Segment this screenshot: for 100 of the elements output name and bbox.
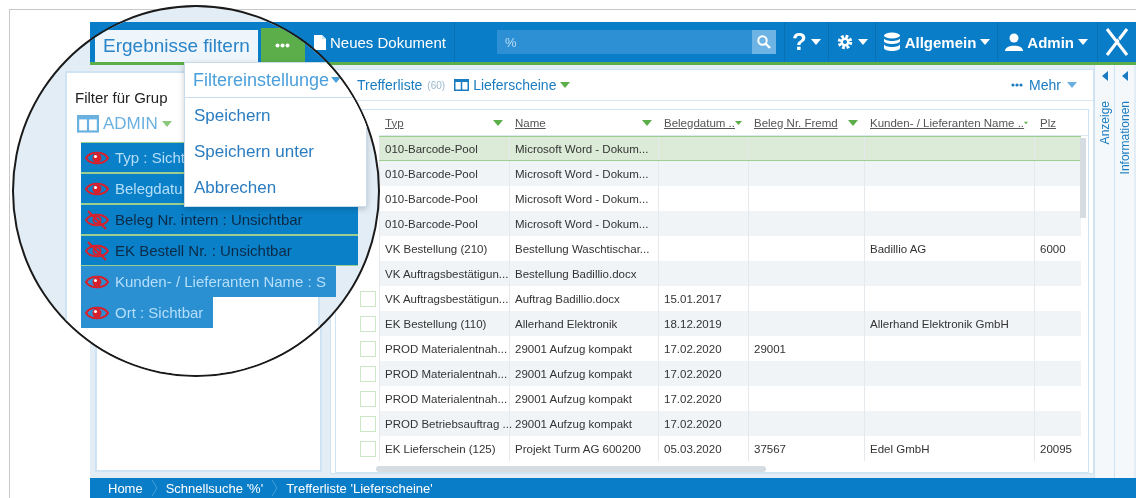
filter-label: Typ : Sicht	[115, 149, 186, 166]
eye-icon[interactable]	[85, 149, 109, 166]
column-header[interactable]: Kunden- / Lieferanten Name ..	[864, 110, 1034, 135]
more-button[interactable]: Mehr	[1005, 76, 1083, 94]
caret-icon	[1078, 39, 1088, 45]
row-checkbox[interactable]	[360, 390, 376, 407]
eye-icon[interactable]	[85, 304, 109, 321]
chevron-icon	[150, 479, 158, 497]
filter-item[interactable]: Kunden- / Lieferanten Name : S	[81, 266, 336, 297]
table-cell: VK Auftragsbestätigun...	[385, 267, 509, 280]
table-row[interactable]: PROD Materialentnah... 29001 Aufzug kompakt 17.02.2020	[379, 361, 1081, 386]
filter-caret-icon	[848, 119, 858, 126]
table-cell: 20095	[1040, 442, 1072, 455]
help-menu[interactable]: ?	[791, 28, 807, 56]
logo-icon	[1105, 27, 1129, 57]
table-cell: EK Lieferschein (125)	[385, 442, 496, 455]
menu-title: Filtereinstellunge	[193, 69, 330, 91]
table-cell: Allerhand Elektronik GmbH	[870, 317, 1009, 330]
table-cell: 37567	[754, 442, 786, 455]
filter-caret-icon	[493, 119, 503, 126]
table-row[interactable]: 010-Barcode-Pool Microsoft Word - Dokum...	[379, 211, 1081, 236]
table-cell: Auftrag Badillio.docx	[515, 292, 620, 305]
table-cell: 29001 Aufzug kompakt	[515, 367, 632, 380]
row-checkbox[interactable]	[360, 440, 376, 457]
table-cell: 17.02.2020	[664, 417, 722, 430]
menu-item[interactable]: Speichern unter	[185, 134, 366, 170]
table-row[interactable]: PROD Betriebsauftrag ... 29001 Aufzug kompakt 17.02.2020	[379, 411, 1081, 436]
table-cell: 17.02.2020	[664, 392, 722, 405]
breadcrumb-link[interactable]: Home	[108, 480, 143, 496]
collapse-icon[interactable]	[1101, 71, 1108, 81]
eye-slash-icon[interactable]	[85, 240, 109, 261]
eye-icon[interactable]	[85, 273, 109, 290]
table-cell: 15.01.2017	[664, 292, 722, 305]
filter-tab[interactable]: Ergebnisse filtern	[95, 30, 258, 62]
table-cell: 18.12.2019	[664, 317, 722, 330]
layout-selector[interactable]: Lieferscheine	[473, 77, 557, 93]
table-cell: Microsoft Word - Dokum...	[515, 142, 649, 155]
table-row[interactable]: EK Lieferschein (125) Projekt Turm AG 600200 05.03.2020 37567 Edel GmbH 20095	[379, 436, 1081, 461]
caret-icon	[161, 121, 172, 127]
row-checkbox[interactable]	[360, 415, 376, 432]
breadcrumb-link[interactable]: Trefferliste 'Lieferscheine'	[286, 480, 433, 496]
filter-item[interactable]: EK Bestell Nr. : Unsichtbar	[81, 235, 358, 266]
side-panel-tab[interactable]: Informationen	[1117, 101, 1132, 175]
table-cell: Badillio AG	[870, 242, 927, 255]
column-header[interactable]: Plz	[1034, 110, 1081, 135]
table-cell: 05.03.2020	[664, 442, 722, 455]
collapse-icon[interactable]	[1121, 71, 1128, 81]
menu-item[interactable]: Speichern	[185, 98, 366, 134]
table-row[interactable]: 010-Barcode-Pool Microsoft Word - Dokum...	[379, 136, 1081, 161]
filter-label: Kunden- / Lieferanten Name : S	[115, 273, 326, 290]
column-header[interactable]: Name	[509, 110, 658, 135]
table-cell: 010-Barcode-Pool	[385, 142, 478, 155]
filter-item[interactable]: Ort : Sichtbar	[81, 297, 214, 328]
column-header[interactable]: Belegdatum ..	[658, 110, 748, 135]
columns-icon	[454, 79, 470, 91]
breadcrumb-link[interactable]: Schnellsuche '%'	[165, 480, 264, 496]
table-cell: Microsoft Word - Dokum...	[515, 192, 649, 205]
side-panel-tab[interactable]: Anzeige	[1097, 101, 1112, 145]
column-header[interactable]: Typ	[379, 110, 509, 135]
settings-icon[interactable]	[835, 33, 854, 51]
caret-icon	[857, 39, 868, 45]
filter-caret-icon	[1024, 119, 1028, 126]
vertical-scrollbar[interactable]	[1080, 138, 1086, 218]
more-actions-button[interactable]	[260, 28, 305, 62]
table-cell: 6000	[1040, 242, 1066, 255]
table-row[interactable]: VK Auftragsbestätigun... Bestellung Badillio.docx	[379, 261, 1081, 286]
caret-icon	[560, 82, 571, 88]
user-menu[interactable]: Admin	[1027, 33, 1074, 51]
table-cell: Bestellung Waschtischar...	[515, 242, 650, 255]
filter-label: Beleg Nr. intern : Unsichtbar	[115, 211, 303, 228]
table-cell: EK Bestellung (110)	[385, 317, 487, 330]
table-cell: 29001 Aufzug kompakt	[515, 417, 632, 430]
table-cell: 29001 Aufzug kompakt	[515, 342, 632, 355]
dots-icon	[1011, 83, 1024, 87]
table-cell: Bestellung Badillio.docx	[515, 267, 637, 280]
table-cell: PROD Betriebsauftrag ...	[385, 417, 513, 430]
filter-item[interactable]: Beleg Nr. intern : Unsichtbar	[81, 204, 358, 235]
database-menu[interactable]: Allgemein	[904, 33, 977, 51]
search-icon[interactable]	[751, 30, 776, 54]
chevron-icon	[271, 479, 279, 497]
table-row[interactable]: EK Bestellung (110) Allerhand Elektronik 18.12.2019 Allerhand Elektronik GmbH	[379, 311, 1081, 336]
table-cell: 29001 Aufzug kompakt	[515, 392, 632, 405]
horizontal-scrollbar[interactable]	[376, 466, 766, 472]
column-header[interactable]: Beleg Nr. Fremd	[748, 110, 864, 135]
table-row[interactable]: 010-Barcode-Pool Microsoft Word - Dokum...	[379, 161, 1081, 186]
table-cell: 17.02.2020	[664, 342, 722, 355]
caret-icon	[1067, 82, 1077, 88]
table-cell: Microsoft Word - Dokum...	[515, 217, 649, 230]
table-cell: 010-Barcode-Pool	[385, 167, 478, 180]
eye-slash-icon[interactable]	[85, 209, 109, 230]
menu-item[interactable]: Abbrechen	[185, 170, 366, 206]
caret-icon	[980, 39, 991, 45]
table-cell: 010-Barcode-Pool	[385, 217, 478, 230]
table-cell: 17.02.2020	[664, 367, 722, 380]
eye-icon[interactable]	[85, 180, 109, 197]
table-cell: Microsoft Word - Dokum...	[515, 167, 649, 180]
filter-label: Belegdatu	[115, 180, 183, 197]
table-cell: 29001	[754, 342, 786, 355]
search-field[interactable]: %	[496, 30, 752, 54]
table-cell: Projekt Turm AG 600200	[515, 442, 641, 455]
